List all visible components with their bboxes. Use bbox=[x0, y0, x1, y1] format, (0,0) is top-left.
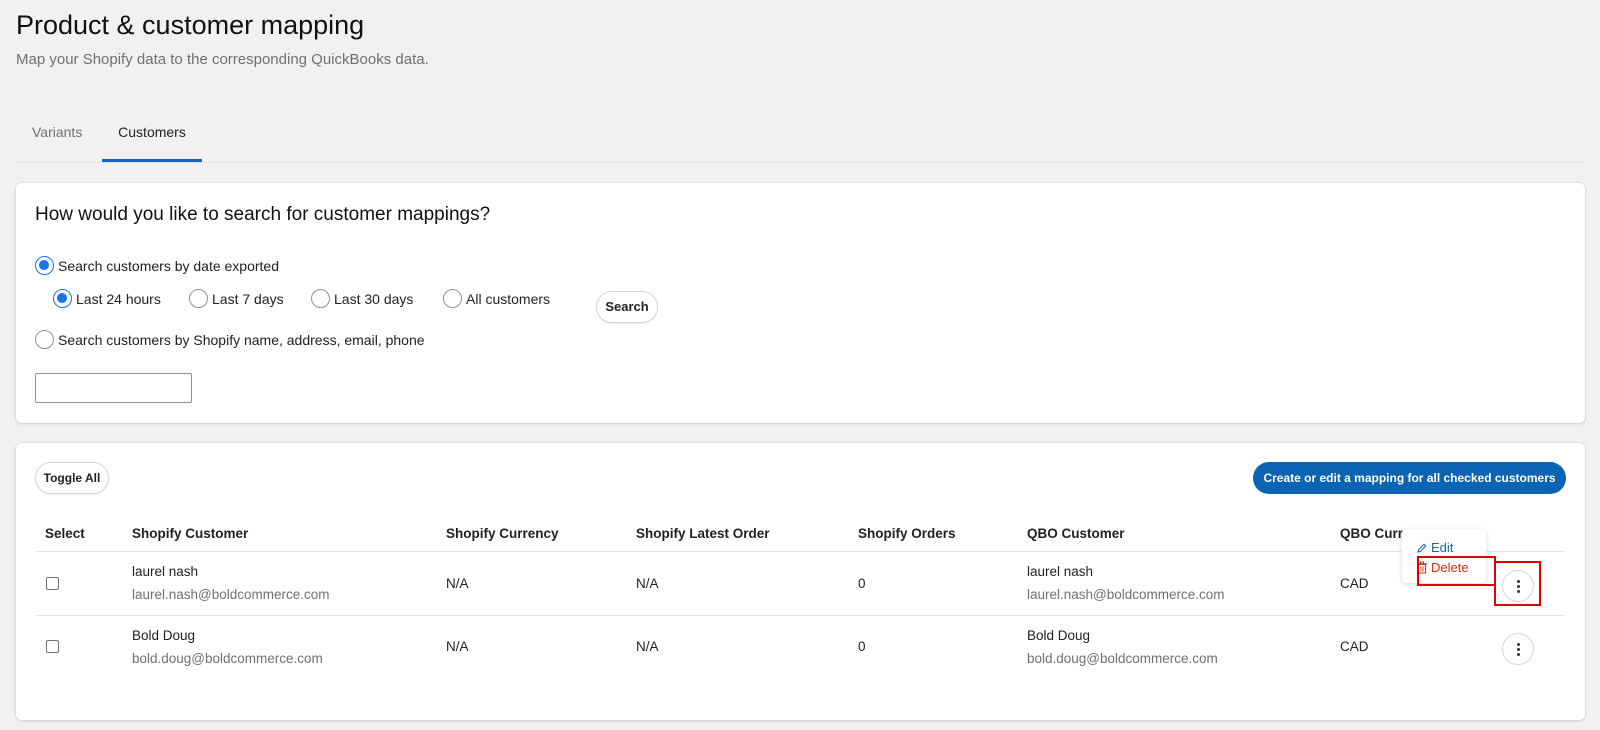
radio-by-name[interactable]: Search customers by Shopify name, addres… bbox=[35, 330, 425, 349]
row-divider bbox=[36, 615, 1565, 616]
column-header-shopify-orders: Shopify Orders bbox=[858, 526, 956, 541]
radio-by-name-control[interactable] bbox=[35, 330, 54, 349]
shopify-customer-name: Bold Doug bbox=[132, 628, 196, 643]
radio-last-30-days-label: Last 30 days bbox=[334, 290, 414, 307]
menu-item-delete[interactable]: Delete bbox=[1416, 560, 1469, 575]
radio-last-7-days-control[interactable] bbox=[189, 289, 208, 308]
tabs: Variants Customers bbox=[16, 113, 1585, 163]
shopify-customer-email: laurel.nash@boldcommerce.com bbox=[132, 587, 330, 602]
radio-by-date-label: Search customers by date exported bbox=[58, 257, 280, 274]
radio-last-30-days-control[interactable] bbox=[311, 289, 330, 308]
shopify-latest-order: N/A bbox=[636, 576, 659, 591]
radio-last-24-hours[interactable]: Last 24 hours bbox=[53, 289, 161, 308]
qbo-customer-name: laurel nash bbox=[1027, 564, 1094, 579]
more-vertical-icon bbox=[1517, 580, 1520, 593]
page: Product & customer mapping Map your Shop… bbox=[0, 0, 1600, 730]
search-card: How would you like to search for custome… bbox=[16, 183, 1585, 423]
shopify-orders: 0 bbox=[858, 576, 866, 591]
radio-last-7-days[interactable]: Last 7 days bbox=[189, 289, 284, 308]
row-select-checkbox[interactable] bbox=[46, 640, 59, 653]
mappings-table-card: Toggle All Create or edit a mapping for … bbox=[16, 443, 1585, 720]
create-mapping-button[interactable]: Create or edit a mapping for all checked… bbox=[1253, 462, 1566, 494]
radio-last-7-days-label: Last 7 days bbox=[212, 290, 284, 307]
customer-search-input[interactable] bbox=[35, 373, 192, 403]
shopify-latest-order: N/A bbox=[636, 639, 659, 654]
menu-item-edit[interactable]: Edit bbox=[1416, 540, 1453, 555]
radio-last-24-hours-control[interactable] bbox=[53, 289, 72, 308]
row-actions-button[interactable] bbox=[1502, 570, 1534, 602]
page-subtitle: Map your Shopify data to the correspondi… bbox=[16, 51, 429, 68]
toggle-all-button[interactable]: Toggle All bbox=[35, 462, 109, 494]
shopify-currency: N/A bbox=[446, 576, 469, 591]
search-heading: How would you like to search for custome… bbox=[35, 204, 491, 225]
qbo-currency: CAD bbox=[1340, 576, 1369, 591]
more-vertical-icon bbox=[1517, 643, 1520, 656]
tab-customers[interactable]: Customers bbox=[102, 113, 202, 162]
column-header-select: Select bbox=[45, 526, 85, 541]
row-actions-menu: Edit Delete bbox=[1402, 529, 1486, 583]
radio-by-date-control[interactable] bbox=[35, 256, 54, 275]
radio-all-customers[interactable]: All customers bbox=[443, 289, 550, 308]
tab-variants[interactable]: Variants bbox=[32, 113, 82, 162]
shopify-orders: 0 bbox=[858, 639, 866, 654]
column-header-qbo-customer: QBO Customer bbox=[1027, 526, 1125, 541]
radio-last-24-hours-label: Last 24 hours bbox=[76, 290, 161, 307]
qbo-customer-email: laurel.nash@boldcommerce.com bbox=[1027, 587, 1225, 602]
row-actions-button[interactable] bbox=[1502, 633, 1534, 665]
qbo-currency: CAD bbox=[1340, 639, 1369, 654]
qbo-customer-email: bold.doug@boldcommerce.com bbox=[1027, 651, 1218, 666]
shopify-currency: N/A bbox=[446, 639, 469, 654]
radio-all-customers-control[interactable] bbox=[443, 289, 462, 308]
shopify-customer-name: laurel nash bbox=[132, 564, 199, 579]
menu-item-delete-label: Delete bbox=[1431, 560, 1469, 575]
radio-by-date[interactable]: Search customers by date exported bbox=[35, 256, 279, 275]
shopify-customer-email: bold.doug@boldcommerce.com bbox=[132, 651, 323, 666]
menu-item-edit-label: Edit bbox=[1431, 540, 1454, 555]
qbo-customer-name: Bold Doug bbox=[1027, 628, 1091, 643]
header-divider bbox=[36, 551, 1565, 552]
row-select-checkbox[interactable] bbox=[46, 577, 59, 590]
trash-icon bbox=[1417, 561, 1427, 574]
column-header-shopify-currency: Shopify Currency bbox=[446, 526, 559, 541]
pencil-icon bbox=[1417, 542, 1427, 553]
page-title: Product & customer mapping bbox=[16, 10, 365, 40]
radio-last-30-days[interactable]: Last 30 days bbox=[311, 289, 413, 308]
column-header-shopify-latest-order: Shopify Latest Order bbox=[636, 526, 770, 541]
radio-all-customers-label: All customers bbox=[466, 290, 551, 307]
column-header-shopify-customer: Shopify Customer bbox=[132, 526, 249, 541]
radio-by-name-label: Search customers by Shopify name, addres… bbox=[58, 331, 425, 348]
search-button[interactable]: Search bbox=[596, 291, 658, 323]
